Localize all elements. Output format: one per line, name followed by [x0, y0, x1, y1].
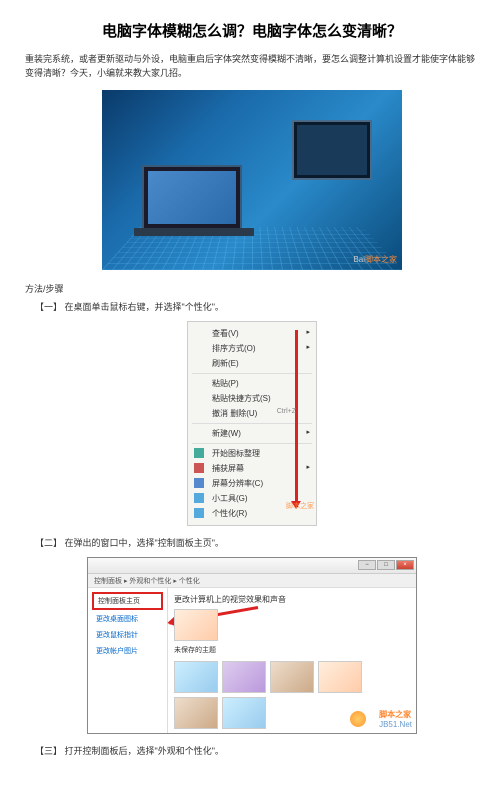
article-title: 电脑字体模糊怎么调？电脑字体怎么变清晰？ [25, 20, 479, 41]
window-breadcrumb: 控制面板 ▸ 外观和个性化 ▸ 个性化 [88, 574, 416, 588]
window-main: 更改计算机上的视觉效果和声音 未保存的主题 脚本之家 JB51.Net [168, 588, 416, 733]
ctx-item-view: 查看(V) [188, 326, 316, 341]
section-title: 方法/步骤 [25, 282, 479, 295]
step-1: 【一】 在桌面单击鼠标右键，并选择"个性化"。 [25, 300, 479, 313]
hero-image: Bai脚本之家 [102, 90, 402, 270]
ctx-item-capture: 捕获屏幕 [188, 461, 316, 476]
window-titlebar: − □ × [88, 558, 416, 574]
hero-watermark: Bai脚本之家 [353, 254, 397, 265]
window-watermark: 脚本之家 JB51.Net [379, 709, 412, 729]
theme-thumb [222, 661, 266, 693]
theme-thumb [174, 661, 218, 693]
window-sidebar: 控制面板主页 更改桌面图标 更改鼠标指针 更改帐户图片 [88, 588, 168, 733]
ctx-watermark: 脚本之家 [286, 501, 314, 511]
theme-thumb [318, 661, 362, 693]
capture-icon [194, 463, 204, 473]
ctx-item-arrange: 开始图标整理 [188, 446, 316, 461]
ctx-item-paste-shortcut: 粘贴快捷方式(S) [188, 391, 316, 406]
ctx-item-paste: 粘贴(P) [188, 376, 316, 391]
ctx-item-undo: 撤消 删除(U)Ctrl+Z [188, 406, 316, 421]
maximize-icon: □ [377, 560, 395, 570]
sidebar-item-account-pic: 更改帐户图片 [92, 644, 163, 658]
logo-icon [350, 711, 366, 727]
ctx-item-resolution: 屏幕分辨率(C) [188, 476, 316, 491]
ctx-item-sort: 排序方式(O) [188, 341, 316, 356]
control-panel-window-image: − □ × 控制面板 ▸ 外观和个性化 ▸ 个性化 控制面板主页 更改桌面图标 … [87, 557, 417, 734]
theme-thumb [174, 697, 218, 729]
article-intro: 重装完系统，或者更新驱动与外设，电脑重启后字体突然变得模糊不清晰，要怎么调整计算… [25, 53, 479, 80]
ctx-item-refresh: 刷新(E) [188, 356, 316, 371]
monitor-icon [194, 478, 204, 488]
ctx-item-new: 新建(W) [188, 426, 316, 441]
step-2: 【二】 在弹出的窗口中，选择"控制面板主页"。 [25, 536, 479, 549]
theme-label: 未保存的主题 [174, 645, 410, 655]
context-menu-image: 查看(V) 排序方式(O) 刷新(E) 粘贴(P) 粘贴快捷方式(S) 撤消 删… [187, 321, 317, 526]
theme-thumb [270, 661, 314, 693]
sidebar-item-desktop-icons: 更改桌面图标 [92, 612, 163, 626]
close-icon: × [396, 560, 414, 570]
gadget-icon [194, 493, 204, 503]
arrange-icon [194, 448, 204, 458]
minimize-icon: − [358, 560, 376, 570]
sidebar-item-mouse-pointer: 更改鼠标指针 [92, 628, 163, 642]
step-3: 【三】 打开控制面板后，选择"外观和个性化"。 [25, 744, 479, 757]
theme-thumb [222, 697, 266, 729]
sidebar-item-control-panel-home: 控制面板主页 [92, 592, 163, 610]
theme-thumb [174, 609, 218, 641]
personalize-icon [194, 508, 204, 518]
main-title: 更改计算机上的视觉效果和声音 [174, 594, 410, 605]
